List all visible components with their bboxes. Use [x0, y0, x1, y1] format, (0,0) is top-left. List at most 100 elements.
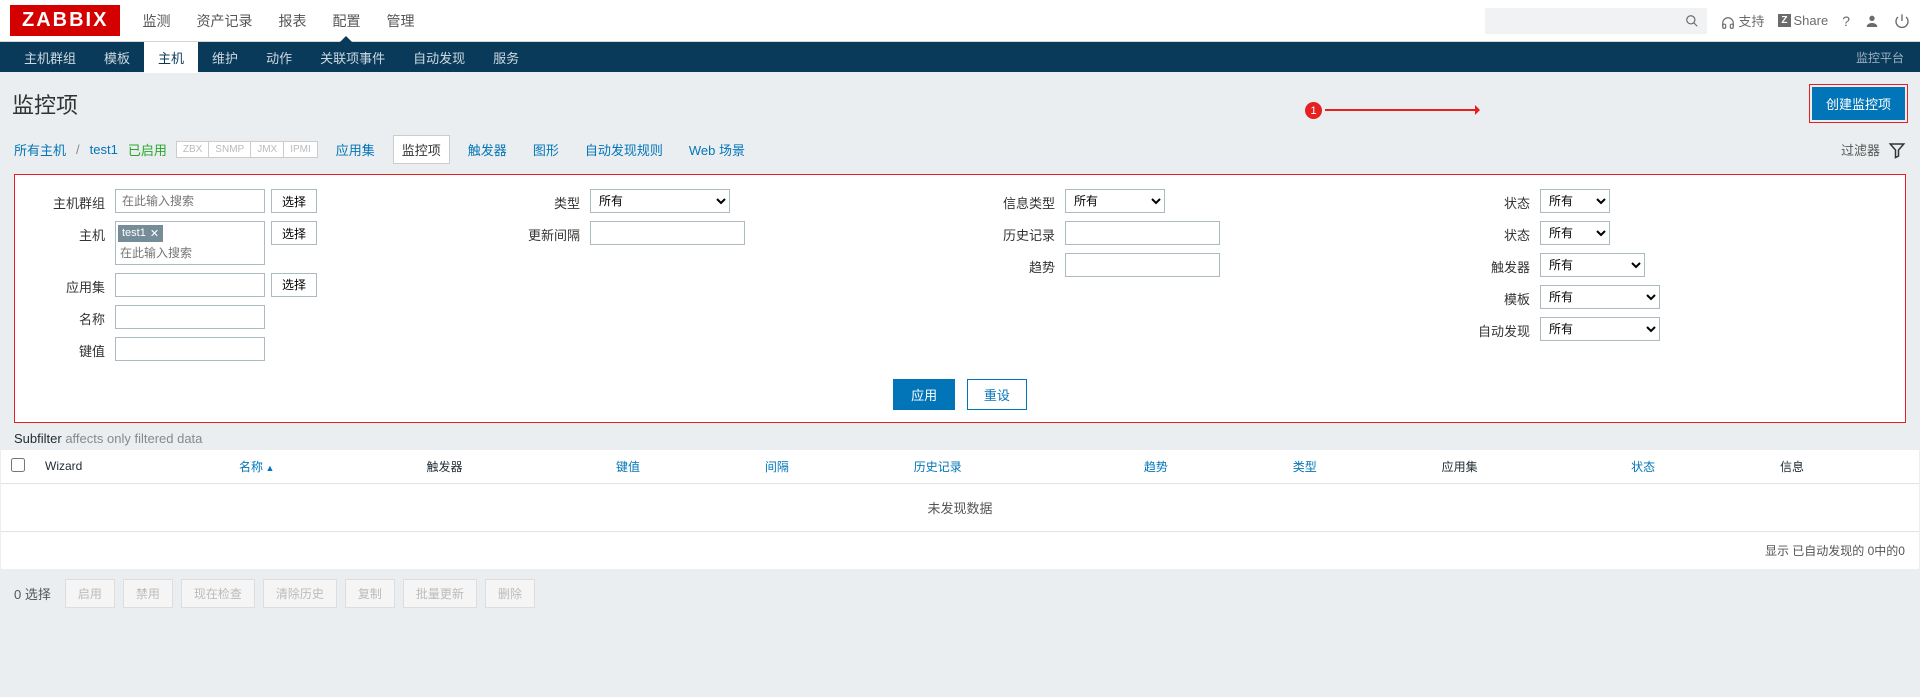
topnav-monitoring[interactable]: 监测 [140, 1, 172, 41]
select-type[interactable]: 所有 [590, 189, 730, 213]
topnav-configuration[interactable]: 配置 [330, 1, 362, 41]
input-name[interactable] [115, 305, 265, 329]
btn-check-now[interactable]: 现在检查 [181, 579, 255, 608]
select-triggers[interactable]: 所有 [1540, 253, 1645, 277]
search-wrap [1485, 8, 1707, 34]
support-label: 支持 [1738, 14, 1764, 29]
btn-mass-update[interactable]: 批量更新 [403, 579, 477, 608]
help-icon[interactable]: ? [1842, 13, 1850, 29]
select-discovery[interactable]: 所有 [1540, 317, 1660, 341]
tab-applications[interactable]: 应用集 [328, 136, 383, 163]
select-state[interactable]: 所有 [1540, 189, 1610, 213]
support-link[interactable]: 支持 [1721, 11, 1765, 30]
btn-copy[interactable]: 复制 [345, 579, 395, 608]
btn-enable[interactable]: 启用 [65, 579, 115, 608]
input-host-box[interactable]: test1 ✕ [115, 221, 265, 265]
share-link[interactable]: Z Share [1778, 13, 1828, 28]
select-status[interactable]: 所有 [1540, 221, 1610, 245]
label-interval: 更新间隔 [510, 221, 590, 244]
select-hostgroup-button[interactable]: 选择 [271, 189, 317, 213]
label-status: 状态 [1460, 221, 1540, 244]
power-icon[interactable] [1894, 13, 1910, 29]
breadcrumb-row: 所有主机 / test1 已启用 ZBX SNMP JMX IPMI 应用集 监… [0, 129, 1920, 174]
col-name[interactable]: 名称 [229, 450, 417, 484]
filter-col-1: 主机群组 选择 主机 test1 ✕ 选择 应用集 选择 [35, 189, 460, 369]
tab-web-scenarios[interactable]: Web 场景 [681, 136, 753, 163]
subfilter-note: affects only filtered data [65, 431, 202, 446]
breadcrumb-host[interactable]: test1 [90, 142, 118, 157]
annotation-arrow [1325, 109, 1477, 111]
btn-disable[interactable]: 禁用 [123, 579, 173, 608]
select-info-type[interactable]: 所有 [1065, 189, 1165, 213]
sub-nav: 主机群组 模板 主机 维护 动作 关联项事件 自动发现 服务 监控平台 [0, 42, 1920, 72]
col-history[interactable]: 历史记录 [904, 450, 1134, 484]
label-info-type: 信息类型 [985, 189, 1065, 212]
input-history[interactable] [1065, 221, 1220, 245]
proto-ipmi: IPMI [283, 141, 318, 158]
page-title: 监控项 [12, 88, 78, 120]
col-triggers: 触发器 [417, 450, 606, 484]
select-host-button[interactable]: 选择 [271, 221, 317, 245]
col-applications: 应用集 [1432, 450, 1621, 484]
col-status[interactable]: 状态 [1621, 450, 1770, 484]
input-trends[interactable] [1065, 253, 1220, 277]
protocol-tags: ZBX SNMP JMX IPMI [177, 141, 318, 158]
topnav-admin[interactable]: 管理 [384, 1, 416, 41]
filter-toggle[interactable]: 过滤器 [1841, 140, 1906, 159]
filter-icon [1888, 141, 1906, 159]
host-tag-remove-icon[interactable]: ✕ [150, 227, 159, 240]
label-host: 主机 [35, 221, 115, 244]
label-application: 应用集 [35, 273, 115, 296]
tab-discovery-rules[interactable]: 自动发现规则 [577, 136, 671, 163]
tab-graphs[interactable]: 图形 [525, 136, 567, 163]
subnav-maintenance[interactable]: 维护 [198, 42, 252, 73]
col-type[interactable]: 类型 [1283, 450, 1432, 484]
subnav-discovery[interactable]: 自动发现 [399, 42, 479, 73]
input-interval[interactable] [590, 221, 745, 245]
tab-triggers[interactable]: 触发器 [460, 136, 515, 163]
subnav-services[interactable]: 服务 [479, 42, 533, 73]
col-trends[interactable]: 趋势 [1134, 450, 1283, 484]
user-icon[interactable] [1864, 13, 1880, 29]
items-table: Wizard 名称 触发器 键值 间隔 历史记录 趋势 类型 应用集 状态 信息… [1, 450, 1919, 531]
btn-delete[interactable]: 删除 [485, 579, 535, 608]
label-triggers-filter: 触发器 [1460, 253, 1540, 276]
search-icon[interactable] [1685, 14, 1699, 28]
subnav-templates[interactable]: 模板 [90, 42, 144, 73]
topnav-reports[interactable]: 报表 [276, 1, 308, 41]
select-application-button[interactable]: 选择 [271, 273, 317, 297]
subnav-right-label: 监控平台 [1856, 49, 1910, 66]
create-item-button[interactable]: 创建监控项 [1812, 87, 1905, 120]
input-host[interactable] [118, 244, 262, 262]
label-discovery: 自动发现 [1460, 317, 1540, 340]
subnav-event-correlation[interactable]: 关联项事件 [306, 42, 399, 73]
select-all-checkbox[interactable] [11, 458, 25, 472]
share-z-icon: Z [1778, 14, 1790, 27]
reset-button[interactable]: 重设 [967, 379, 1027, 410]
annotation-number: 1 [1305, 102, 1322, 119]
topnav-inventory[interactable]: 资产记录 [194, 1, 254, 41]
col-interval[interactable]: 间隔 [755, 450, 904, 484]
tab-items[interactable]: 监控项 [393, 135, 450, 164]
host-tag: test1 ✕ [118, 225, 163, 242]
col-key[interactable]: 键值 [606, 450, 755, 484]
filter-label: 过滤器 [1841, 140, 1880, 159]
selected-count: 0 选择 [14, 584, 51, 603]
subnav-hostgroups[interactable]: 主机群组 [10, 42, 90, 73]
select-template[interactable]: 所有 [1540, 285, 1660, 309]
label-name: 名称 [35, 305, 115, 328]
input-hostgroup[interactable] [115, 189, 265, 213]
create-button-highlight: 创建监控项 [1809, 84, 1908, 123]
filter-col-2: 类型 所有 更新间隔 [510, 189, 935, 369]
col-info: 信息 [1770, 450, 1919, 484]
no-data-row: 未发现数据 [1, 483, 1919, 531]
apply-button[interactable]: 应用 [893, 379, 955, 410]
subnav-hosts[interactable]: 主机 [144, 42, 198, 73]
btn-clear-history[interactable]: 清除历史 [263, 579, 337, 608]
logo[interactable]: ZABBIX [10, 5, 120, 36]
search-input[interactable] [1485, 8, 1685, 34]
breadcrumb-all-hosts[interactable]: 所有主机 [14, 140, 66, 159]
subnav-actions[interactable]: 动作 [252, 42, 306, 73]
input-key[interactable] [115, 337, 265, 361]
input-application[interactable] [115, 273, 265, 297]
